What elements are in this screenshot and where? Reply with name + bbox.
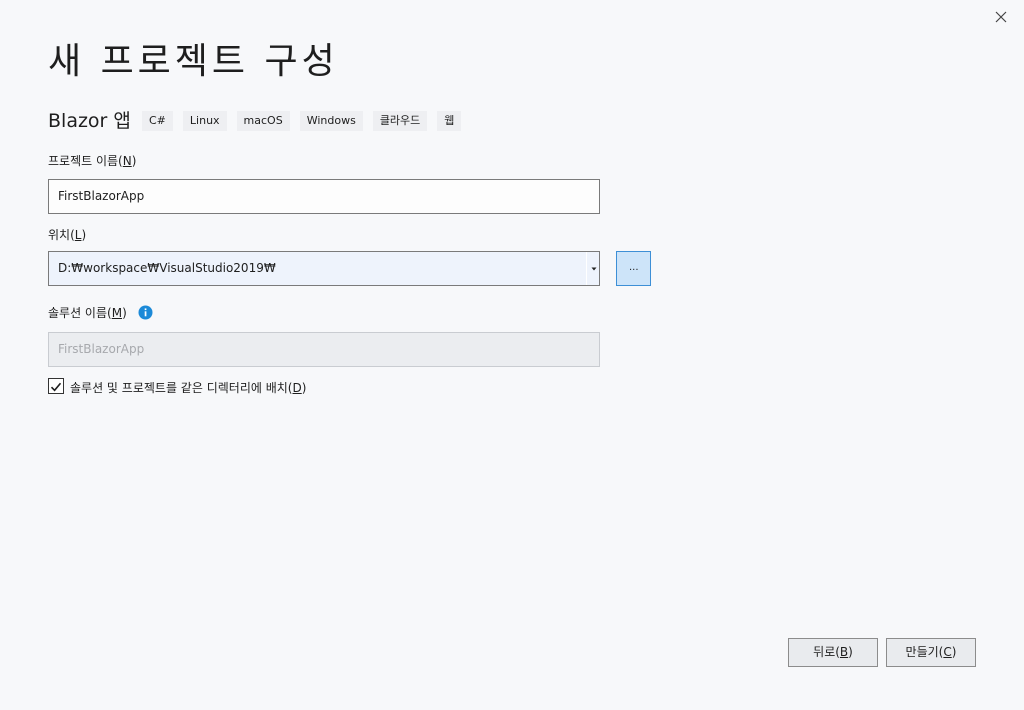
tag-csharp: C# [142, 111, 173, 131]
project-name-value: FirstBlazorApp [58, 189, 145, 203]
page-title: 새 프로젝트 구성 [48, 41, 339, 82]
info-icon-glyph [138, 305, 153, 320]
location-dropdown-button[interactable] [589, 252, 599, 285]
info-icon[interactable] [138, 305, 153, 320]
solution-name-label: 솔루션 이름(M) [48, 306, 127, 320]
location-value: D:₩workspace₩VisualStudio2019₩ [58, 261, 276, 275]
close-icon [995, 11, 1007, 23]
solution-name-value: FirstBlazorApp [58, 342, 145, 356]
same-directory-checkbox[interactable] [48, 378, 64, 394]
template-name: Blazor 앱 [48, 110, 131, 132]
solution-name-input: FirstBlazorApp [48, 332, 600, 367]
combo-separator [586, 252, 587, 285]
tag-linux: Linux [182, 111, 227, 131]
chevron-down-icon [591, 267, 597, 271]
project-name-input[interactable]: FirstBlazorApp [48, 179, 600, 214]
tag-cloud: 클라우드 [372, 111, 428, 131]
back-button[interactable]: 뒤로(B) [788, 638, 878, 667]
template-tags: C# Linux macOS Windows 클라우드 웹 [142, 111, 462, 131]
browse-button[interactable]: ... [616, 251, 651, 286]
create-button[interactable]: 만들기(C) [886, 638, 976, 667]
tag-windows: Windows [299, 111, 363, 131]
tag-macos: macOS [236, 111, 290, 131]
same-directory-label[interactable]: 솔루션 및 프로젝트를 같은 디렉터리에 배치(D) [70, 380, 306, 396]
browse-label: ... [629, 262, 639, 273]
checkmark-icon [50, 382, 62, 392]
location-label: 위치(L) [48, 228, 87, 242]
tag-web: 웹 [437, 111, 462, 131]
project-name-label: 프로젝트 이름(N) [48, 154, 137, 168]
close-button[interactable] [990, 6, 1012, 28]
location-combobox[interactable]: D:₩workspace₩VisualStudio2019₩ [48, 251, 600, 286]
